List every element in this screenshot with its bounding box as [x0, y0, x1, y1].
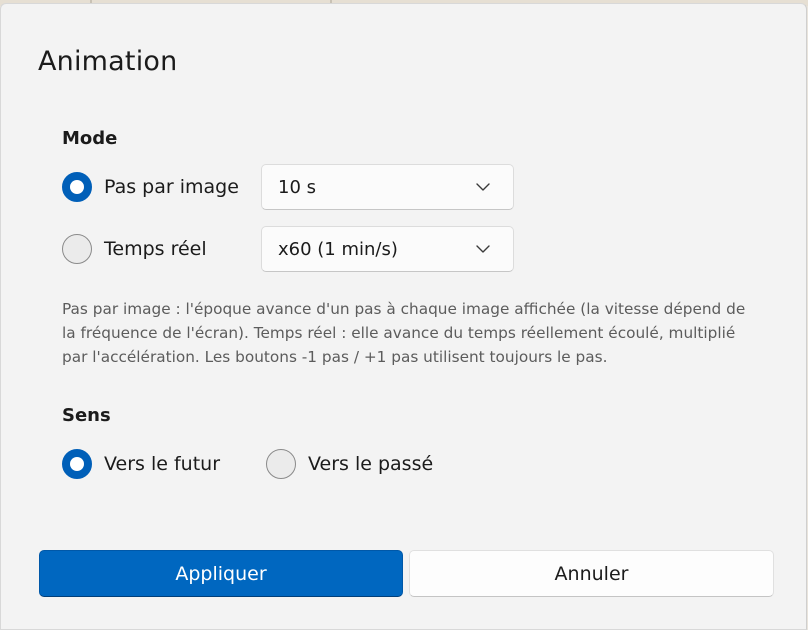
radio-direction-past[interactable]: Vers le passé [266, 449, 433, 479]
acceleration-dropdown[interactable]: x60 (1 min/s) [261, 226, 514, 272]
radio-mode-per-frame[interactable]: Pas par image [62, 172, 239, 202]
mode-section-label: Mode [62, 128, 118, 149]
dialog-title: Animation [38, 46, 178, 77]
cancel-button[interactable]: Annuler [409, 550, 774, 597]
radio-checked-indicator[interactable] [62, 449, 92, 479]
step-dropdown-value: 10 s [278, 176, 317, 198]
radio-unchecked-indicator[interactable] [266, 449, 296, 479]
radio-mode-real-time[interactable]: Temps réel [62, 234, 207, 264]
acceleration-dropdown-value: x60 (1 min/s) [278, 238, 398, 260]
radio-unchecked-indicator[interactable] [62, 234, 92, 264]
radio-mode-per-frame-label: Pas par image [104, 176, 239, 198]
radio-direction-future[interactable]: Vers le futur [62, 449, 220, 479]
step-dropdown[interactable]: 10 s [261, 164, 514, 210]
apply-button[interactable]: Appliquer [39, 550, 403, 597]
direction-section-label: Sens [62, 405, 111, 426]
mode-help-text: Pas par image : l'époque avance d'un pas… [62, 300, 746, 366]
radio-direction-future-label: Vers le futur [104, 453, 221, 475]
radio-direction-past-label: Vers le passé [308, 453, 434, 475]
radio-checked-indicator[interactable] [62, 172, 92, 202]
animation-dialog: Animation Mode Pas par image 10 s Temps … [0, 3, 807, 630]
chevron-down-icon [473, 177, 493, 197]
radio-mode-real-time-label: Temps réel [104, 238, 207, 260]
chevron-down-icon [473, 239, 493, 259]
